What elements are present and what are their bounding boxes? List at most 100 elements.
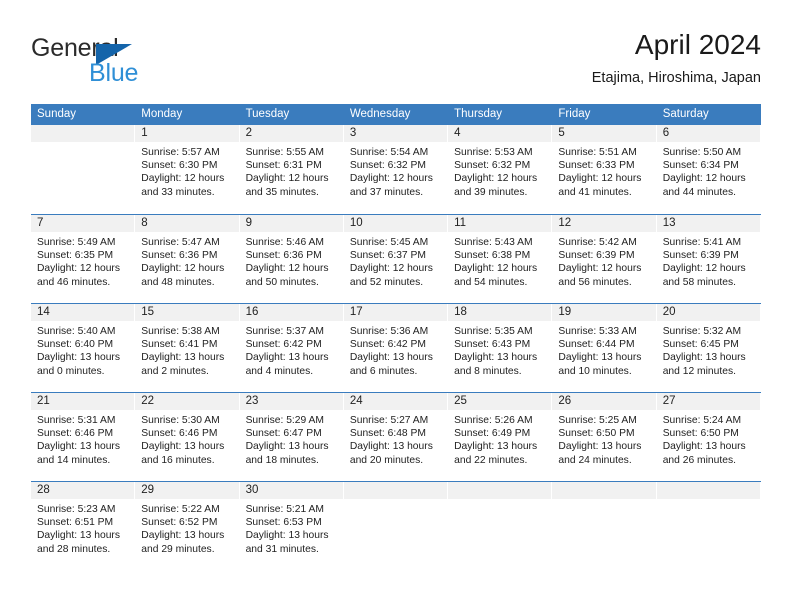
calendar-day-cell[interactable]: 10 Sunrise: 5:45 AM Sunset: 6:37 PM Dayligh… bbox=[343, 215, 449, 303]
day-number: 20 bbox=[656, 304, 760, 321]
calendar-day-cell[interactable]: 17 Sunrise: 5:36 AM Sunset: 6:42 PM Dayligh… bbox=[343, 304, 449, 392]
calendar-weeks: 1 Sunrise: 5:57 AM Sunset: 6:30 PM Daylight… bbox=[31, 125, 761, 570]
calendar-day-cell[interactable]: 13 Sunrise: 5:41 AM Sunset: 6:39 PM Dayligh… bbox=[656, 215, 761, 303]
page-subtitle: Etajima, Hiroshima, Japan bbox=[591, 70, 761, 86]
calendar-day-cell[interactable]: 11 Sunrise: 5:43 AM Sunset: 6:38 PM Dayligh… bbox=[448, 215, 553, 303]
sunset-text: Sunset: 6:31 PM bbox=[245, 160, 322, 172]
calendar-day-cell[interactable]: 21 Sunrise: 5:31 AM Sunset: 6:46 PM Dayligh… bbox=[31, 393, 136, 481]
calendar-day-cell[interactable]: 2 Sunrise: 5:55 AM Sunset: 6:31 PM Daylight… bbox=[239, 125, 344, 214]
sunset-text: Sunset: 6:38 PM bbox=[454, 250, 531, 262]
calendar-day-cell[interactable]: 16 Sunrise: 5:37 AM Sunset: 6:42 PM Dayligh… bbox=[239, 304, 344, 392]
day-sun-info: Sunrise: 5:36 AM Sunset: 6:42 PM Daylight:… bbox=[344, 321, 447, 378]
day-number bbox=[552, 482, 656, 499]
daylight-text: Daylight: 12 hours and 54 minutes. bbox=[454, 263, 538, 288]
calendar-day-cell[interactable]: 3 Sunrise: 5:54 AM Sunset: 6:32 PM Daylight… bbox=[343, 125, 449, 214]
sunset-text: Sunset: 6:39 PM bbox=[558, 250, 635, 262]
day-number: 10 bbox=[343, 215, 448, 232]
calendar-day-cell[interactable]: 23 Sunrise: 5:29 AM Sunset: 6:47 PM Dayligh… bbox=[239, 393, 344, 481]
day-sun-info: Sunrise: 5:57 AM Sunset: 6:30 PM Daylight:… bbox=[135, 142, 238, 199]
calendar-day-cell[interactable]: 27 Sunrise: 5:24 AM Sunset: 6:50 PM Dayligh… bbox=[656, 393, 761, 481]
sunrise-text: Sunrise: 5:54 AM bbox=[349, 147, 429, 158]
sunrise-text: Sunrise: 5:43 AM bbox=[454, 237, 533, 248]
calendar-day-cell[interactable]: 1 Sunrise: 5:57 AM Sunset: 6:30 PM Daylight… bbox=[135, 125, 240, 214]
calendar-day-cell[interactable]: 18 Sunrise: 5:35 AM Sunset: 6:43 PM Dayligh… bbox=[448, 304, 553, 392]
calendar-day-cell[interactable]: 26 Sunrise: 5:25 AM Sunset: 6:50 PM Dayligh… bbox=[552, 393, 657, 481]
day-number: 25 bbox=[448, 393, 552, 410]
sunrise-text: Sunrise: 5:22 AM bbox=[141, 504, 220, 515]
daylight-text: Daylight: 13 hours and 26 minutes. bbox=[662, 441, 746, 466]
sunrise-text: Sunrise: 5:31 AM bbox=[37, 415, 116, 426]
day-number bbox=[343, 482, 448, 499]
day-number: 17 bbox=[343, 304, 448, 321]
sunrise-text: Sunrise: 5:53 AM bbox=[454, 147, 533, 158]
weekday-header-wednesday: Wednesday bbox=[349, 108, 411, 120]
day-number: 1 bbox=[135, 125, 239, 142]
sunrise-text: Sunrise: 5:29 AM bbox=[245, 415, 324, 426]
calendar-day-cell[interactable]: 28 Sunrise: 5:23 AM Sunset: 6:51 PM Dayligh… bbox=[31, 482, 136, 570]
day-number: 7 bbox=[31, 215, 135, 232]
calendar-day-cell[interactable]: 5 Sunrise: 5:51 AM Sunset: 6:33 PM Daylight… bbox=[552, 125, 657, 214]
sunset-text: Sunset: 6:30 PM bbox=[141, 160, 218, 172]
day-number: 30 bbox=[239, 482, 343, 499]
logo-text-blue: Blue bbox=[89, 59, 139, 87]
daylight-text: Daylight: 12 hours and 33 minutes. bbox=[141, 173, 225, 198]
day-number: 29 bbox=[135, 482, 239, 499]
day-number: 23 bbox=[239, 393, 343, 410]
calendar-day-cell[interactable]: 22 Sunrise: 5:30 AM Sunset: 6:46 PM Dayligh… bbox=[135, 393, 240, 481]
day-sun-info: Sunrise: 5:22 AM Sunset: 6:52 PM Daylight:… bbox=[135, 499, 238, 556]
calendar-day-cell[interactable]: 25 Sunrise: 5:26 AM Sunset: 6:49 PM Dayligh… bbox=[448, 393, 553, 481]
day-sun-info: Sunrise: 5:31 AM Sunset: 6:46 PM Daylight:… bbox=[31, 410, 134, 467]
sunset-text: Sunset: 6:42 PM bbox=[349, 339, 426, 351]
day-number: 6 bbox=[656, 125, 760, 142]
sunrise-text: Sunrise: 5:37 AM bbox=[245, 326, 324, 337]
day-number bbox=[448, 482, 552, 499]
day-sun-info: Sunrise: 5:23 AM Sunset: 6:51 PM Daylight:… bbox=[31, 499, 134, 556]
sunset-text: Sunset: 6:51 PM bbox=[37, 517, 114, 529]
sunrise-text: Sunrise: 5:38 AM bbox=[141, 326, 220, 337]
calendar-day-cell[interactable]: 30 Sunrise: 5:21 AM Sunset: 6:53 PM Dayligh… bbox=[239, 482, 344, 570]
calendar-day-cell[interactable]: 15 Sunrise: 5:38 AM Sunset: 6:41 PM Dayligh… bbox=[135, 304, 240, 392]
weekday-header-saturday: Saturday bbox=[662, 108, 709, 120]
sunrise-text: Sunrise: 5:46 AM bbox=[245, 237, 324, 248]
day-number: 27 bbox=[656, 393, 760, 410]
daylight-text: Daylight: 12 hours and 35 minutes. bbox=[245, 173, 329, 198]
calendar-day-cell[interactable]: 24 Sunrise: 5:27 AM Sunset: 6:48 PM Dayligh… bbox=[343, 393, 449, 481]
day-number: 12 bbox=[552, 215, 656, 232]
day-number: 24 bbox=[343, 393, 448, 410]
daylight-text: Daylight: 12 hours and 46 minutes. bbox=[37, 263, 120, 288]
day-sun-info: Sunrise: 5:53 AM Sunset: 6:32 PM Daylight:… bbox=[448, 142, 551, 199]
daylight-text: Daylight: 13 hours and 8 minutes. bbox=[454, 352, 538, 377]
sunrise-text: Sunrise: 5:23 AM bbox=[37, 504, 116, 515]
sunset-text: Sunset: 6:49 PM bbox=[454, 428, 531, 440]
calendar-day-cell[interactable]: 9 Sunrise: 5:46 AM Sunset: 6:36 PM Daylight… bbox=[239, 215, 344, 303]
calendar-day-cell[interactable]: 20 Sunrise: 5:32 AM Sunset: 6:45 PM Dayligh… bbox=[656, 304, 761, 392]
weekday-header-thursday: Thursday bbox=[454, 108, 503, 120]
calendar-day-cell[interactable]: 29 Sunrise: 5:22 AM Sunset: 6:52 PM Dayligh… bbox=[135, 482, 240, 570]
sunset-text: Sunset: 6:44 PM bbox=[558, 339, 635, 351]
weekday-header-monday: Monday bbox=[141, 108, 183, 120]
calendar-day-cell[interactable]: 14 Sunrise: 5:40 AM Sunset: 6:40 PM Dayligh… bbox=[31, 304, 136, 392]
day-number: 22 bbox=[135, 393, 239, 410]
sunrise-text: Sunrise: 5:42 AM bbox=[558, 237, 637, 248]
calendar-day-cell[interactable]: 6 Sunrise: 5:50 AM Sunset: 6:34 PM Daylight… bbox=[656, 125, 761, 214]
calendar-day-cell[interactable]: 12 Sunrise: 5:42 AM Sunset: 6:39 PM Dayligh… bbox=[552, 215, 657, 303]
calendar-day-cell[interactable]: 8 Sunrise: 5:47 AM Sunset: 6:36 PM Daylight… bbox=[135, 215, 240, 303]
day-number: 14 bbox=[31, 304, 135, 321]
calendar-week-row: 7 Sunrise: 5:49 AM Sunset: 6:35 PM Daylight… bbox=[31, 214, 761, 303]
sunset-text: Sunset: 6:46 PM bbox=[141, 428, 218, 440]
day-sun-info: Sunrise: 5:32 AM Sunset: 6:45 PM Daylight:… bbox=[657, 321, 760, 378]
day-sun-info: Sunrise: 5:54 AM Sunset: 6:32 PM Daylight:… bbox=[344, 142, 447, 199]
page-title: April 2024 bbox=[634, 29, 761, 60]
sunrise-text: Sunrise: 5:35 AM bbox=[454, 326, 533, 337]
daylight-text: Daylight: 13 hours and 20 minutes. bbox=[349, 441, 433, 466]
day-number: 3 bbox=[343, 125, 448, 142]
weekday-header-row: Sunday Monday Tuesday Wednesday Thursday… bbox=[31, 104, 761, 125]
sunrise-text: Sunrise: 5:45 AM bbox=[349, 237, 429, 248]
calendar-day-cell[interactable]: 19 Sunrise: 5:33 AM Sunset: 6:44 PM Dayligh… bbox=[552, 304, 657, 392]
page-header: General Blue April 2024 Etajima, Hiroshi… bbox=[31, 28, 761, 94]
daylight-text: Daylight: 12 hours and 58 minutes. bbox=[662, 263, 746, 288]
daylight-text: Daylight: 13 hours and 12 minutes. bbox=[662, 352, 746, 377]
sunset-text: Sunset: 6:42 PM bbox=[245, 339, 322, 351]
calendar-day-cell[interactable]: 7 Sunrise: 5:49 AM Sunset: 6:35 PM Daylight… bbox=[31, 215, 136, 303]
calendar-day-cell[interactable]: 4 Sunrise: 5:53 AM Sunset: 6:32 PM Daylight… bbox=[448, 125, 553, 214]
